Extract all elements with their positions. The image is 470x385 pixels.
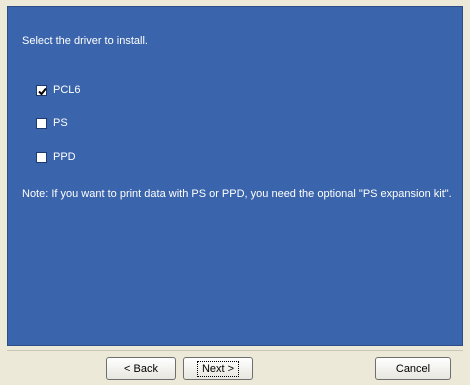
ps-option[interactable]: PS (36, 117, 68, 129)
prompt-text: Select the driver to install. (22, 35, 148, 47)
separator-line (7, 350, 463, 351)
ppd-option[interactable]: PPD (36, 151, 76, 163)
ppd-checkbox[interactable] (36, 151, 47, 163)
pcl6-checkbox[interactable] (36, 84, 47, 96)
pcl6-option[interactable]: PCL6 (36, 84, 81, 96)
note-text: Note: If you want to print data with PS … (22, 188, 452, 200)
pcl6-label: PCL6 (53, 84, 81, 96)
next-button[interactable]: Next > (183, 357, 253, 380)
back-button-label: < Back (124, 362, 158, 375)
back-button[interactable]: < Back (106, 357, 176, 380)
cancel-button-label: Cancel (395, 362, 431, 375)
ppd-label: PPD (53, 151, 76, 163)
next-button-label: Next > (196, 360, 240, 377)
checkmark-icon (38, 87, 47, 95)
driver-selection-panel: Select the driver to install. PCL6 PS PP… (7, 6, 463, 346)
ps-checkbox[interactable] (36, 117, 47, 129)
cancel-button[interactable]: Cancel (375, 357, 451, 380)
ps-label: PS (53, 117, 68, 129)
